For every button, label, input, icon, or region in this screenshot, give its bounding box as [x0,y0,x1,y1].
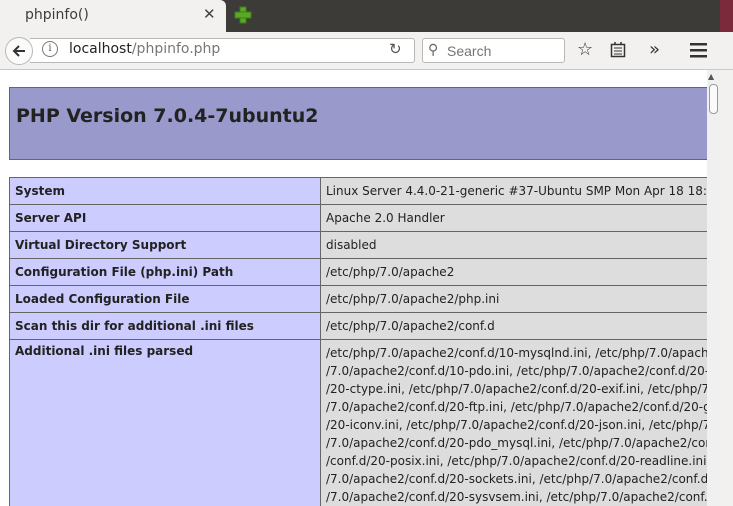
vertical-scrollbar[interactable]: ▲ [707,70,720,506]
ini-file-line: /7.0/apache2/conf.d/10-pdo.ini, /etc/php… [326,364,707,378]
back-button[interactable] [5,37,33,65]
tab-title: phpinfo() [25,7,89,23]
row-key: Virtual Directory Support [9,231,321,259]
page-content: PHP Version 7.0.4-7ubuntu2 System Linux S… [0,70,707,506]
info-icon[interactable]: i [42,41,58,57]
url-text[interactable]: localhost/phpinfo.php [69,41,220,57]
table-row: Scan this dir for additional .ini files /… [9,312,707,340]
close-tab-icon[interactable]: ✕ [203,5,216,23]
table-row: Loaded Configuration File/etc/php/7.0/ap… [9,285,707,313]
ini-file-line: /7.0/apache2/conf.d/20-sysvsem.ini, /etc… [326,490,707,504]
title-bar: phpinfo() ✕ [0,0,733,32]
ini-file-line: /7.0/apache2/conf.d/20-ftp.ini, /etc/php… [326,400,707,414]
overflow-chevron-icon[interactable]: » [649,39,660,60]
row-value: /etc/php/7.0/apache2 [320,258,707,286]
search-input[interactable] [447,43,557,59]
search-icon: ⚲ [428,42,439,58]
ini-file-line: /20-ctype.ini, /etc/php/7.0/apache2/conf… [326,382,707,396]
tab-phpinfo[interactable]: phpinfo() ✕ [0,0,226,32]
reading-list-icon[interactable] [610,41,626,59]
table-row: Configuration File (php.ini) Path/etc/ph… [9,258,707,286]
info-table: System Linux Server 4.4.0-21-generic #37-… [9,177,707,506]
row-key: Server API [9,204,321,232]
navigation-toolbar: i localhost/phpinfo.php ↻ ⚲ ☆ » [0,32,733,70]
row-value-ini-list: /etc/php/7.0/apache2/conf.d/10-mysqlnd.i… [320,339,707,506]
php-version-header: PHP Version 7.0.4-7ubuntu2 [9,87,707,160]
ini-file-line: /conf.d/20-posix.ini, /etc/php/7.0/apach… [326,454,707,468]
table-row: System Linux Server 4.4.0-21-generic #37-… [9,177,707,205]
back-arrow-icon [12,45,25,57]
ini-file-line: /7.0/apache2/conf.d/20-sockets.ini, /etc… [326,472,707,486]
ini-file-line: /etc/php/7.0/apache2/conf.d/10-mysqlnd.i… [326,346,707,360]
row-value: Linux Server 4.4.0-21-generic #37-Ubuntu… [320,177,707,205]
menu-icon[interactable] [690,42,707,58]
ini-file-line: /7.0/apache2/conf.d/20-pdo_mysql.ini, /e… [326,436,707,450]
plus-icon[interactable] [232,4,254,26]
table-row-ini-files: Additional .ini files parsed/etc/php/7.0… [9,339,707,506]
bookmark-star-icon[interactable]: ☆ [577,39,593,60]
search-box[interactable]: ⚲ [422,38,565,63]
scroll-thumb[interactable] [709,84,718,114]
row-key: Additional .ini files parsed [9,339,321,506]
row-key: System [9,177,321,205]
page-title: PHP Version 7.0.4-7ubuntu2 [16,105,319,127]
row-value: /etc/php/7.0/apache2/php.ini [320,285,707,313]
table-row: Virtual Directory Support disabled [9,231,707,259]
row-value: Apache 2.0 Handler [320,204,707,232]
row-key: Loaded Configuration File [9,285,321,313]
scroll-up-icon[interactable]: ▲ [708,72,714,81]
row-key: Configuration File (php.ini) Path [9,258,321,286]
row-value: /etc/php/7.0/apache2/conf.d [320,312,707,340]
window-edge [720,0,733,32]
url-path: /phpinfo.php [131,41,221,57]
ini-file-line: /20-iconv.ini, /etc/php/7.0/apache2/conf… [326,418,707,432]
row-value: disabled [320,231,707,259]
table-row: Server API Apache 2.0 Handler [9,204,707,232]
window-border [720,70,733,506]
url-host: localhost [69,41,132,57]
reload-icon[interactable]: ↻ [389,40,402,58]
row-key: Scan this dir for additional .ini files [9,312,321,340]
